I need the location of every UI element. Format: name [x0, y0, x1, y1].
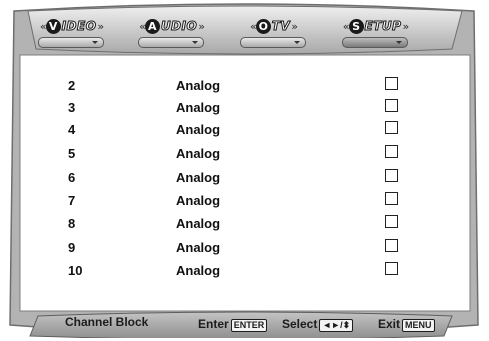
- channel-number: 3: [68, 100, 76, 115]
- tab-setup-letter: S: [348, 18, 364, 34]
- chevron-left-icon: «: [342, 19, 350, 33]
- enter-hint: Enter ENTER: [198, 315, 268, 333]
- tab-audio[interactable]: « A UDIO »: [138, 17, 205, 53]
- tab-audio-dropdown[interactable]: [138, 37, 204, 48]
- channel-row[interactable]: 3 Analog: [26, 97, 464, 119]
- tab-video-label: IDEO: [61, 19, 97, 34]
- channel-type: Analog: [176, 78, 221, 93]
- channel-number: 9: [68, 240, 76, 255]
- block-checkbox[interactable]: [385, 121, 398, 134]
- tab-audio-letter: A: [144, 18, 160, 34]
- tab-setup-label: ETUP: [364, 19, 402, 34]
- channel-number: 10: [68, 263, 83, 278]
- tab-audio-label: UDIO: [160, 19, 198, 34]
- channel-row[interactable]: 9 Analog: [26, 237, 464, 259]
- bottom-bar: Channel Block Enter ENTER Select ◄►/⬍ Exit…: [34, 311, 454, 333]
- arrow-keys-icon: ◄►/⬍: [319, 319, 354, 332]
- tab-setup[interactable]: « S ETUP »: [342, 17, 409, 53]
- tab-tv[interactable]: « O TV »: [240, 17, 306, 53]
- block-checkbox[interactable]: [385, 215, 398, 228]
- channel-row[interactable]: 10 Analog: [26, 260, 464, 282]
- tab-tv-dropdown[interactable]: [240, 37, 306, 48]
- block-checkbox[interactable]: [385, 192, 398, 205]
- tab-tv-letter: O: [255, 18, 271, 34]
- osd-menu-frame: « V IDEO » « A UDIO » « O TV » « S ETUP …: [4, 3, 484, 338]
- channel-number: 2: [68, 78, 76, 93]
- channel-type: Analog: [176, 240, 221, 255]
- chevron-right-icon: »: [402, 19, 409, 33]
- channel-row[interactable]: 2 Analog: [26, 75, 464, 97]
- channel-row[interactable]: 8 Analog: [26, 213, 464, 235]
- chevron-right-icon: »: [291, 19, 298, 33]
- tab-tv-label: TV: [271, 19, 291, 34]
- triangle-down-icon: [294, 41, 300, 44]
- channel-type: Analog: [176, 263, 221, 278]
- block-checkbox[interactable]: [385, 262, 398, 275]
- tab-video-dropdown[interactable]: [38, 37, 104, 48]
- chevron-left-icon: «: [39, 19, 47, 33]
- channel-row[interactable]: 6 Analog: [26, 167, 464, 189]
- channel-number: 6: [68, 170, 76, 185]
- channel-number: 4: [68, 122, 76, 137]
- exit-label: Exit: [378, 317, 401, 331]
- block-checkbox[interactable]: [385, 239, 398, 252]
- channel-row[interactable]: 5 Analog: [26, 143, 464, 165]
- exit-hint: Exit MENU: [378, 315, 435, 333]
- select-hint: Select ◄►/⬍: [282, 315, 354, 333]
- enter-label: Enter: [198, 317, 229, 331]
- triangle-down-icon: [92, 41, 98, 44]
- tab-setup-dropdown[interactable]: [342, 37, 408, 48]
- chevron-left-icon: «: [250, 19, 257, 33]
- channel-list: 2 Analog 3 Analog 4 Analog 5 Analog 6 An…: [26, 61, 464, 303]
- triangle-down-icon: [396, 41, 402, 44]
- block-checkbox[interactable]: [385, 77, 398, 90]
- channel-type: Analog: [176, 146, 221, 161]
- select-label: Select: [282, 317, 318, 331]
- channel-type: Analog: [176, 216, 221, 231]
- block-checkbox[interactable]: [385, 169, 398, 182]
- tab-video[interactable]: « V IDEO »: [38, 17, 104, 53]
- channel-number: 8: [68, 216, 76, 231]
- enter-key-icon: ENTER: [230, 319, 268, 332]
- channel-type: Analog: [176, 122, 221, 137]
- channel-type: Analog: [176, 100, 221, 115]
- tab-video-letter: V: [45, 18, 61, 34]
- chevron-right-icon: »: [97, 19, 104, 33]
- channel-number: 5: [68, 146, 76, 161]
- menu-title: Channel Block: [65, 315, 149, 329]
- menu-key-icon: MENU: [402, 319, 435, 332]
- channel-row[interactable]: 4 Analog: [26, 119, 464, 141]
- chevron-right-icon: »: [198, 19, 205, 33]
- channel-type: Analog: [176, 170, 221, 185]
- channel-row[interactable]: 7 Analog: [26, 190, 464, 212]
- channel-number: 7: [68, 193, 76, 208]
- triangle-down-icon: [192, 41, 198, 44]
- block-checkbox[interactable]: [385, 145, 398, 158]
- chevron-left-icon: «: [139, 19, 146, 33]
- block-checkbox[interactable]: [385, 99, 398, 112]
- channel-type: Analog: [176, 193, 221, 208]
